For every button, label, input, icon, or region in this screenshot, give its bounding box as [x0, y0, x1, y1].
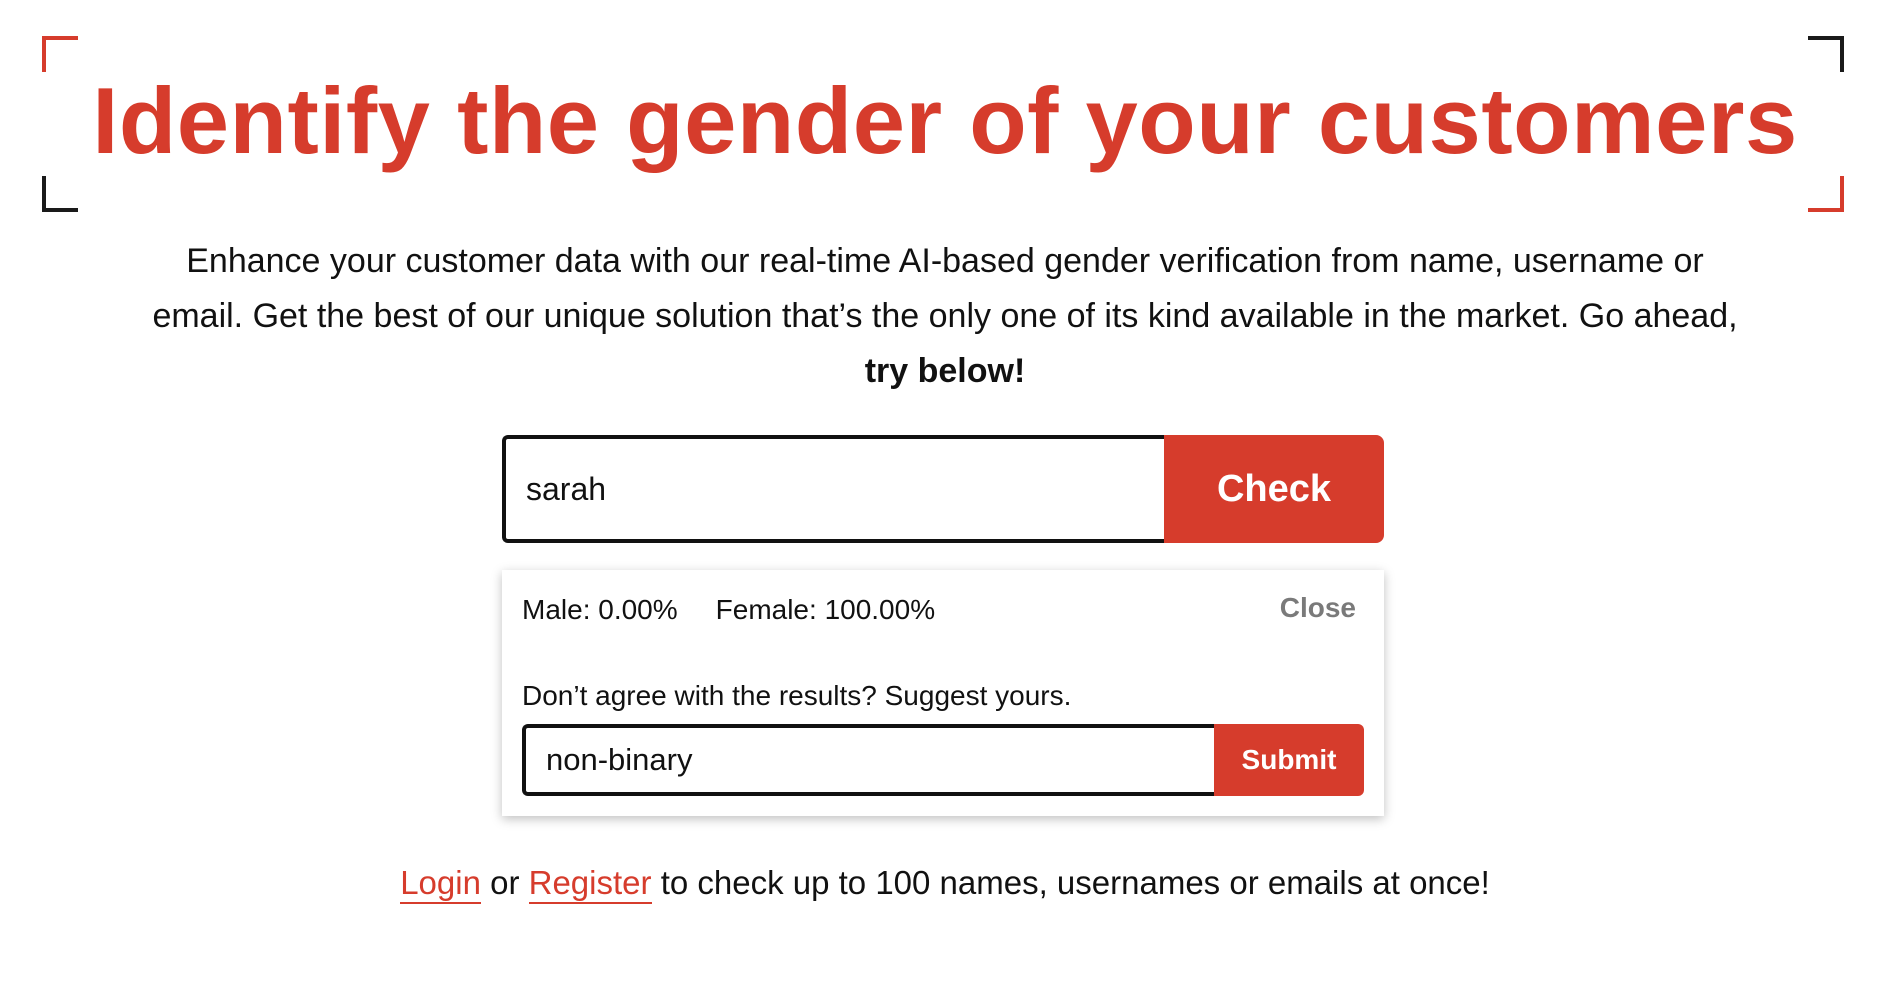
suggest-prompt: Don’t agree with the results? Suggest yo… [522, 680, 1072, 711]
page-title: Identify the gender of your customers [92, 68, 1798, 173]
footer-line: Login or Register to check up to 100 nam… [0, 864, 1890, 904]
intro-text: Enhance your customer data with our real… [152, 242, 1738, 335]
frame-corner-bottom-left [42, 176, 78, 212]
result-panel: Male: 0.00% Female: 100.00% Close Don’t … [502, 570, 1384, 816]
frame-corner-bottom-right [1808, 176, 1844, 212]
suggest-input[interactable] [522, 724, 1214, 796]
page: Identify the gender of your customers En… [0, 0, 1890, 988]
register-link[interactable]: Register [528, 864, 652, 904]
male-percentage: Male: 0.00% [522, 594, 678, 625]
footer-tail-text: to check up to 100 names, usernames or e… [660, 864, 1490, 901]
intro-emphasis: try below! [864, 352, 1026, 390]
submit-button[interactable]: Submit [1214, 724, 1364, 796]
female-percentage: Female: 100.00% [715, 594, 936, 625]
intro-paragraph: Enhance your customer data with our real… [150, 234, 1740, 399]
name-input[interactable] [502, 435, 1164, 543]
login-link[interactable]: Login [400, 864, 481, 904]
check-button[interactable]: Check [1164, 435, 1384, 543]
suggest-form: Submit [522, 724, 1364, 796]
name-check-form: Check [502, 435, 1384, 543]
result-percentages: Male: 0.00% Female: 100.00% [522, 594, 935, 626]
close-button[interactable]: Close [1280, 592, 1356, 624]
footer-or-text: or [490, 864, 520, 901]
